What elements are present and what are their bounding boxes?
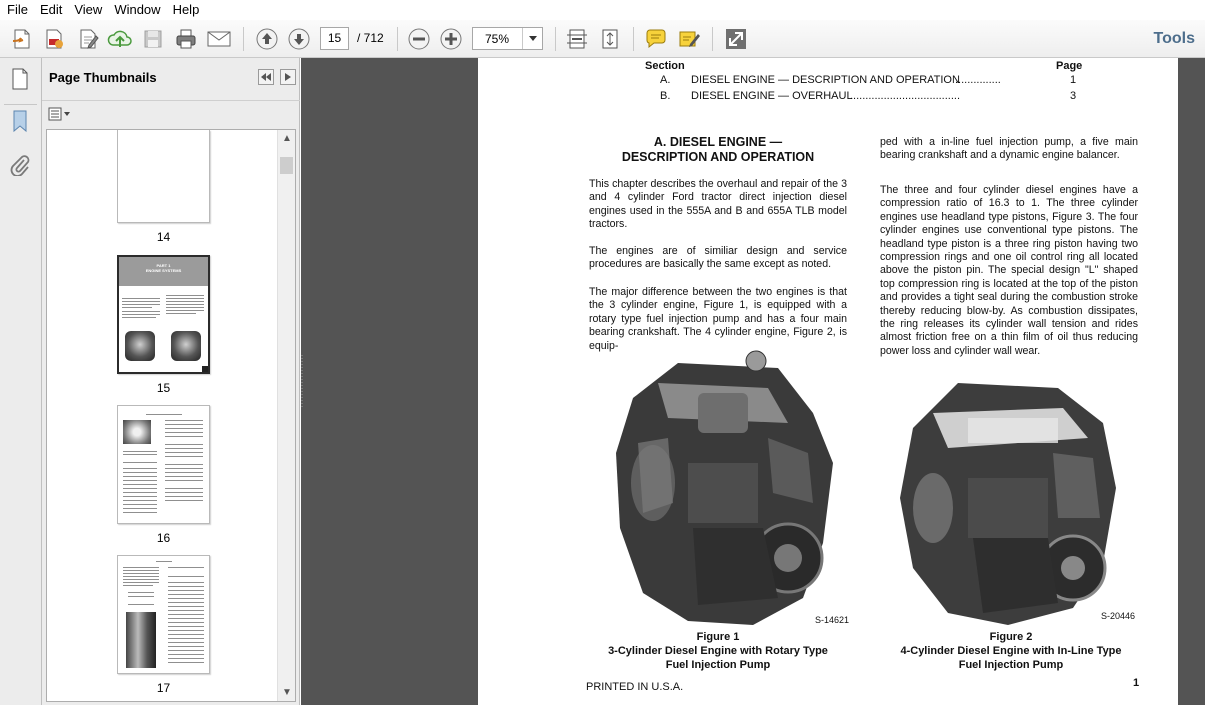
toolbar-separator (243, 27, 244, 51)
toolbar-separator (397, 27, 398, 51)
page-total-label: / 712 (357, 31, 384, 45)
page-down-icon[interactable] (285, 25, 313, 53)
document-viewport[interactable]: Section Page A. DIESEL ENGINE — DESCRIPT… (301, 58, 1205, 705)
zoom-out-icon[interactable] (405, 25, 433, 53)
figure-title: Figure 1 (696, 631, 740, 643)
save-icon[interactable] (139, 25, 167, 53)
sign-icon[interactable] (675, 25, 703, 53)
navigation-rail (0, 58, 42, 705)
page-footer-text: PRINTED IN U.S.A. (586, 681, 684, 693)
toc-title: DIESEL ENGINE — DESCRIPTION AND OPERATIO… (691, 74, 960, 86)
bookmark-icon[interactable] (7, 108, 33, 134)
email-icon[interactable] (205, 25, 233, 53)
toc-title: DIESEL ENGINE — OVERHAUL (691, 90, 853, 102)
figure-2-engine-image (900, 383, 1116, 625)
zoom-select[interactable]: 75% (472, 27, 543, 50)
body-paragraph: This chapter describes the overhaul and … (589, 178, 847, 231)
menu-bar: File Edit View Window Help (0, 0, 1205, 20)
scroll-down-icon[interactable]: ▼ (282, 687, 292, 698)
menu-help[interactable]: Help (166, 0, 205, 20)
toc-page: 3 (1070, 90, 1077, 102)
panel-splitter-handle[interactable] (301, 355, 304, 407)
section-heading: A. DIESEL ENGINE — (653, 135, 783, 149)
page-thumbnails-icon[interactable] (7, 66, 33, 92)
menu-edit[interactable]: Edit (33, 0, 67, 20)
thumbnail-resize-handle[interactable] (202, 366, 208, 372)
toolbar-separator (712, 27, 713, 51)
pdf-reader-window: File Edit View Window Help 15 / 712 75% … (0, 0, 1205, 705)
toc-leader: .................................... (850, 90, 961, 102)
thumbnail-piston-image (123, 420, 151, 444)
toolbar: 15 / 712 75% Tools (0, 20, 1205, 58)
figure-caption: Fuel Injection Pump (958, 659, 1064, 671)
page-thumbnails-panel: Page Thumbnails 14 PART 1 ENGINE SYSTEMS (42, 58, 300, 705)
thumbnail-header-band: PART 1 ENGINE SYSTEMS (119, 257, 208, 286)
zoom-in-icon[interactable] (437, 25, 465, 53)
attachment-icon[interactable] (7, 152, 33, 178)
tools-button[interactable]: Tools (1154, 30, 1195, 48)
thumbnail-page-16[interactable] (117, 405, 210, 524)
figure-caption: 4-Cylinder Diesel Engine with In-Line Ty… (900, 645, 1122, 657)
panel-divider (42, 100, 300, 101)
menu-file[interactable]: File (0, 0, 33, 20)
page-footer-number: 1 (1133, 677, 1140, 689)
toolbar-separator (633, 27, 634, 51)
scrollbar-thumb[interactable] (280, 157, 293, 174)
thumbnail-options-icon[interactable] (48, 106, 74, 122)
toc-page-header: Page (1056, 60, 1083, 72)
expand-panel-icon[interactable] (280, 69, 296, 85)
toc-section-header: Section (645, 60, 685, 72)
edit-pdf-icon[interactable] (40, 25, 68, 53)
figure-code: S-14621 (815, 615, 850, 625)
rail-divider (4, 104, 37, 105)
section-heading: DESCRIPTION AND OPERATION (621, 150, 815, 164)
thumbnail-label: 14 (156, 230, 171, 244)
thumbnail-text-block (122, 296, 160, 328)
create-pdf-icon[interactable] (8, 25, 36, 53)
toc-leader: ............... (955, 74, 1001, 86)
scroll-up-icon[interactable]: ▲ (282, 133, 292, 144)
figure-code: S-20446 (1101, 611, 1136, 621)
thumbnail-page-17[interactable] (117, 555, 210, 674)
figure-caption: Fuel Injection Pump (665, 659, 771, 671)
thumbnail-label: 16 (156, 531, 171, 545)
figure-caption: 3-Cylinder Diesel Engine with Rotary Typ… (608, 645, 828, 657)
thumbnail-list: 14 PART 1 ENGINE SYSTEMS 15 16 17 ▲ ▼ (46, 129, 296, 702)
thumbnail-header-text: ENGINE SYSTEMS (145, 268, 182, 273)
page-number-input[interactable]: 15 (320, 27, 349, 50)
fit-width-icon[interactable] (563, 25, 591, 53)
thumbnail-text-block (166, 293, 204, 325)
menu-window[interactable]: Window (107, 0, 165, 20)
fit-page-icon[interactable] (596, 25, 624, 53)
print-icon[interactable] (172, 25, 200, 53)
toolbar-separator (555, 27, 556, 51)
thumbnail-page-14[interactable] (117, 130, 210, 223)
toc-letter: A. (660, 74, 671, 86)
thumbnail-label: 17 (156, 681, 171, 695)
pdf-page: Section Page A. DIESEL ENGINE — DESCRIPT… (478, 58, 1178, 705)
thumbnail-engine-image (125, 331, 155, 361)
edit-icon[interactable] (74, 25, 102, 53)
zoom-value: 75% (485, 32, 510, 46)
thumbnail-engine-image (171, 331, 201, 361)
thumbnail-scrollbar[interactable]: ▲ ▼ (277, 130, 295, 701)
fullscreen-icon[interactable] (722, 25, 750, 53)
thumbnail-label: 15 (156, 381, 171, 395)
thumbnail-page-15[interactable]: PART 1 ENGINE SYSTEMS (117, 255, 210, 374)
toc-letter: B. (660, 90, 671, 102)
upload-icon[interactable] (106, 25, 134, 53)
panel-title: Page Thumbnails (49, 70, 157, 85)
body-paragraph: The three and four cylinder diesel engin… (880, 184, 1138, 357)
menu-view[interactable]: View (67, 0, 107, 20)
toc-page: 1 (1070, 74, 1077, 86)
figure-title: Figure 2 (989, 631, 1033, 643)
body-paragraph: The engines are of similiar design and s… (589, 245, 847, 271)
thumbnail-engine-section-image (126, 612, 156, 668)
body-paragraph: ped with a in-line fuel injection pump, … (880, 136, 1138, 162)
chevron-down-icon[interactable] (522, 28, 542, 49)
comment-icon[interactable] (642, 25, 670, 53)
figure-1-engine-image (616, 350, 833, 625)
page-up-icon[interactable] (253, 25, 281, 53)
collapse-panel-icon[interactable] (258, 69, 274, 85)
